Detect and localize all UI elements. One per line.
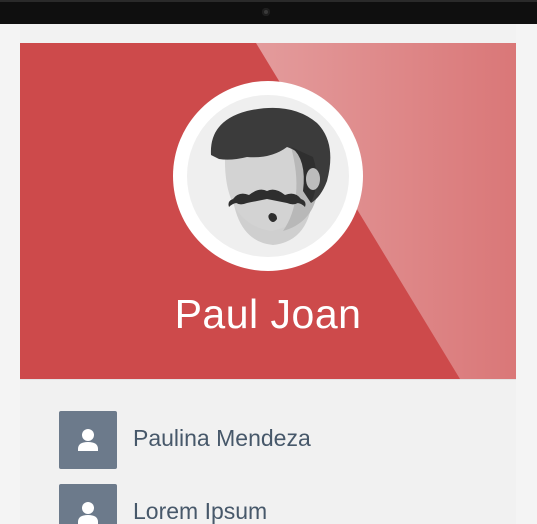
profile-name: Paul Joan — [174, 291, 362, 337]
list-item[interactable]: Paulina Mendeza — [59, 411, 489, 469]
device-bezel-right — [516, 24, 537, 524]
device-bezel-top — [0, 0, 537, 24]
device-bezel-left — [0, 24, 20, 524]
user-icon — [59, 411, 117, 469]
contact-list: Paulina Mendeza Lorem Ipsum — [20, 379, 516, 524]
tablet-device: Paul Joan Paulina Mendeza Lorem Ipsum — [0, 0, 537, 524]
list-item[interactable]: Lorem Ipsum — [59, 484, 489, 524]
list-item-label: Lorem Ipsum — [133, 498, 268, 524]
profile-header: Paul Joan — [20, 43, 516, 379]
list-item-label: Paulina Mendeza — [133, 425, 311, 451]
user-icon — [59, 484, 117, 524]
avatar-portrait — [187, 95, 349, 257]
mustache-man-avatar-icon — [210, 107, 331, 245]
app-screen: Paul Joan Paulina Mendeza Lorem Ipsum — [20, 43, 516, 524]
avatar[interactable] — [173, 81, 363, 271]
camera-icon — [262, 8, 270, 16]
